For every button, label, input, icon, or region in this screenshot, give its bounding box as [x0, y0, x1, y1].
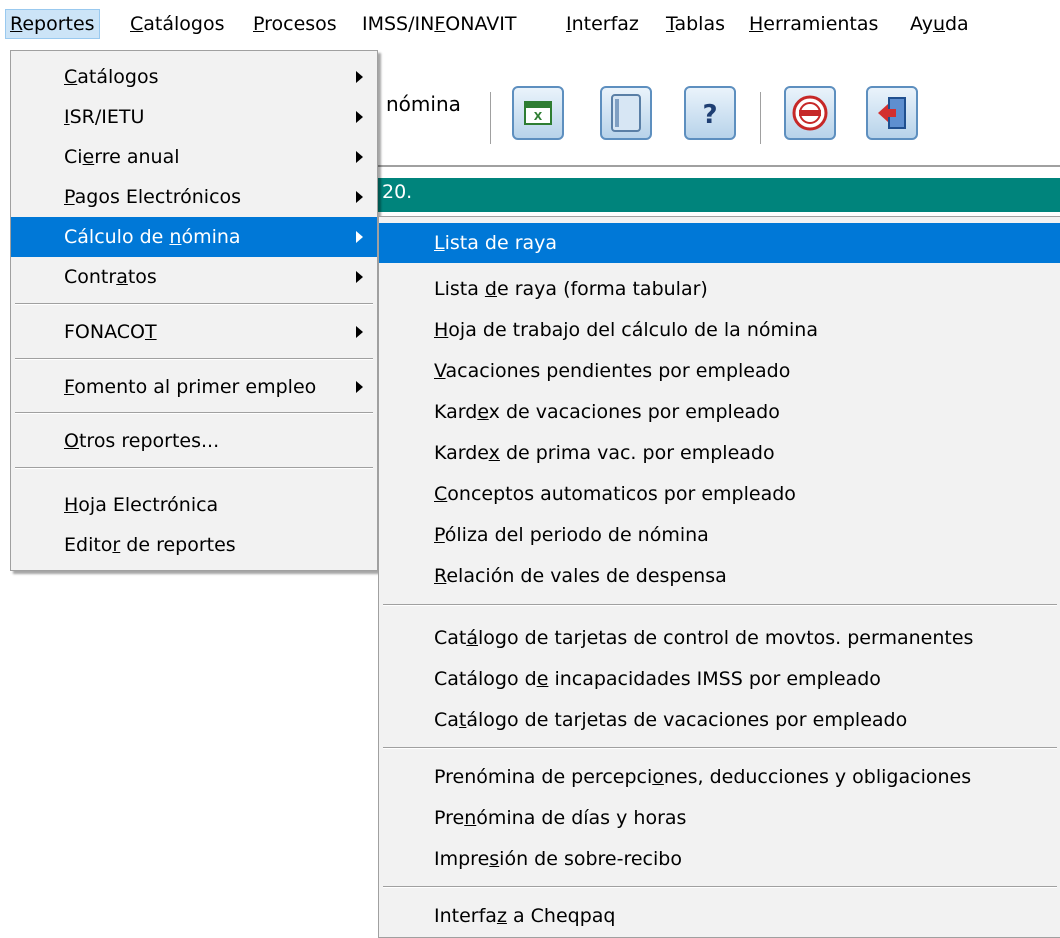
menu-separator — [383, 604, 1057, 606]
menu-item-editor-de-reportes[interactable]: Editor de reportes — [11, 525, 377, 565]
menu-imss-infonavit[interactable]: IMSS/INFONAVIT — [358, 10, 520, 38]
menu-item-label: Fomento al primer empleo — [64, 376, 317, 398]
menu-tablas[interactable]: Tablas — [662, 10, 729, 38]
submenu-item-prenomina-percepciones[interactable]: Prenómina de percepciones, deducciones y… — [379, 757, 1060, 797]
svg-text:?: ? — [702, 100, 717, 130]
menu-item-label: Impresión de sobre-recibo — [434, 848, 682, 870]
menu-separator — [15, 412, 373, 414]
menu-item-isr-ietu[interactable]: ISR/IETU — [11, 97, 377, 137]
toolbar: nómina X ? — [370, 62, 1060, 164]
submenu-arrow-icon — [356, 381, 363, 393]
menu-item-label: ISR/IETU — [64, 106, 145, 128]
submenu-item-relacion-vales[interactable]: Relación de vales de despensa — [379, 556, 1060, 596]
submenu-item-hoja-de-trabajo[interactable]: Hoja de trabajo del cálculo de la nómina — [379, 310, 1060, 350]
menu-item-pagos-electronicos[interactable]: Pagos Electrónicos — [11, 177, 377, 217]
svg-text:X: X — [534, 110, 543, 123]
menu-item-catalogos[interactable]: Catálogos — [11, 57, 377, 97]
toolbar-partial-text: nómina — [386, 92, 461, 116]
menu-bar: Reportes Catálogos Procesos IMSS/INFONAV… — [0, 0, 1060, 46]
menu-item-contratos[interactable]: Contratos — [11, 257, 377, 297]
submenu-item-tarjetas-control[interactable]: Catálogo de tarjetas de control de movto… — [379, 618, 1060, 658]
submenu-item-lista-de-raya[interactable]: Lista de raya — [379, 223, 1060, 263]
menu-item-fomento-primer-empleo[interactable]: Fomento al primer empleo — [11, 367, 377, 407]
window-divider — [370, 165, 1060, 167]
status-strip-text: 20. — [382, 181, 413, 203]
menu-item-label: Contratos — [64, 266, 157, 288]
menu-item-label: Póliza del periodo de nómina — [434, 524, 709, 546]
menu-item-otros-reportes[interactable]: Otros reportes... — [11, 421, 377, 461]
submenu-arrow-icon — [356, 191, 363, 203]
menu-item-label: Catálogo de incapacidades IMSS por emple… — [434, 668, 881, 690]
submenu-arrow-icon — [356, 111, 363, 123]
submenu-item-vacaciones-pendientes[interactable]: Vacaciones pendientes por empleado — [379, 351, 1060, 391]
menu-item-label: Pagos Electrónicos — [64, 186, 242, 208]
menu-item-label: Catálogo de tarjetas de control de movto… — [434, 627, 974, 649]
menu-item-label: Catálogo de tarjetas de vacaciones por e… — [434, 709, 908, 731]
menu-item-label: Cálculo de nómina — [64, 226, 241, 248]
menu-item-label: Lista de raya (forma tabular) — [434, 278, 708, 300]
help-icon: ? — [702, 100, 717, 130]
menu-item-label: Hoja de trabajo del cálculo de la nómina — [434, 319, 818, 341]
help-button[interactable]: ? — [684, 86, 736, 140]
menu-item-label: Editor de reportes — [64, 534, 236, 556]
menu-item-label: Catálogos — [64, 66, 159, 88]
menu-item-label: Hoja Electrónica — [64, 494, 219, 516]
menu-separator — [383, 747, 1057, 749]
menu-ayuda[interactable]: Ayuda — [906, 10, 973, 38]
submenu-item-impresion-sobre-recibo[interactable]: Impresión de sobre-recibo — [379, 839, 1060, 879]
menu-separator — [15, 467, 373, 469]
menu-separator — [15, 358, 373, 360]
menu-catalogos[interactable]: Catálogos — [126, 10, 229, 38]
window-icon — [611, 94, 641, 132]
menu-item-label: Prenómina de días y horas — [434, 807, 687, 829]
menu-item-label: Otros reportes... — [64, 430, 220, 452]
excel-icon: X — [524, 101, 552, 125]
imss-button[interactable] — [784, 86, 836, 140]
menu-herramientas[interactable]: Herramientas — [745, 10, 882, 38]
submenu-item-interfaz-cheqpaq[interactable]: Interfaz a Cheqpaq — [379, 896, 1060, 936]
menu-item-calculo-de-nomina[interactable]: Cálculo de nómina — [11, 217, 377, 257]
menu-separator — [383, 886, 1057, 888]
submenu-arrow-icon — [356, 151, 363, 163]
menu-item-label: Vacaciones pendientes por empleado — [434, 360, 791, 382]
menu-reportes[interactable]: Reportes — [5, 9, 100, 39]
submenu-item-poliza-periodo[interactable]: Póliza del periodo de nómina — [379, 515, 1060, 555]
menu-item-label: Cierre anual — [64, 146, 180, 168]
submenu-item-tarjetas-vacaciones[interactable]: Catálogo de tarjetas de vacaciones por e… — [379, 700, 1060, 740]
imss-icon — [792, 95, 828, 131]
submenu-item-incapacidades-imss[interactable]: Catálogo de incapacidades IMSS por emple… — [379, 659, 1060, 699]
submenu-arrow-icon — [356, 231, 363, 243]
submenu-arrow-icon — [356, 71, 363, 83]
menu-item-fonacot[interactable]: FONACOT — [11, 312, 377, 352]
menu-item-label: FONACOT — [64, 321, 157, 343]
submenu-item-conceptos-automaticos[interactable]: Conceptos automaticos por empleado — [379, 474, 1060, 514]
toolbar-separator — [490, 92, 492, 144]
menu-item-label: Lista de raya — [434, 232, 558, 254]
submenu-item-kardex-vacaciones[interactable]: Kardex de vacaciones por empleado — [379, 392, 1060, 432]
menu-interfaz[interactable]: Interfaz — [562, 10, 643, 38]
submenu-arrow-icon — [356, 271, 363, 283]
reportes-menu: Catálogos ISR/IETU Cierre anual Pagos El… — [10, 50, 378, 571]
submenu-arrow-icon — [356, 326, 363, 338]
exit-icon — [878, 97, 906, 129]
menu-item-label: Kardex de prima vac. por empleado — [434, 442, 775, 464]
submenu-item-kardex-prima-vac[interactable]: Kardex de prima vac. por empleado — [379, 433, 1060, 473]
window-button[interactable] — [600, 86, 652, 140]
excel-button[interactable]: X — [512, 86, 564, 140]
menu-item-label: Kardex de vacaciones por empleado — [434, 401, 780, 423]
calculo-nomina-submenu: Lista de raya Lista de raya (forma tabul… — [378, 216, 1060, 938]
menu-item-label: Conceptos automaticos por empleado — [434, 483, 796, 505]
menu-item-label: Prenómina de percepciones, deducciones y… — [434, 766, 972, 788]
menu-procesos[interactable]: Procesos — [249, 10, 341, 38]
toolbar-separator — [760, 92, 762, 144]
menu-item-label: Relación de vales de despensa — [434, 565, 727, 587]
status-strip: 20. — [370, 178, 1060, 212]
menu-separator — [15, 303, 373, 305]
exit-button[interactable] — [866, 86, 918, 140]
submenu-item-lista-de-raya-tabular[interactable]: Lista de raya (forma tabular) — [379, 269, 1060, 309]
submenu-item-prenomina-dias-horas[interactable]: Prenómina de días y horas — [379, 798, 1060, 838]
menu-item-cierre-anual[interactable]: Cierre anual — [11, 137, 377, 177]
menu-item-label: Interfaz a Cheqpaq — [434, 905, 616, 927]
menu-item-hoja-electronica[interactable]: Hoja Electrónica — [11, 485, 377, 525]
